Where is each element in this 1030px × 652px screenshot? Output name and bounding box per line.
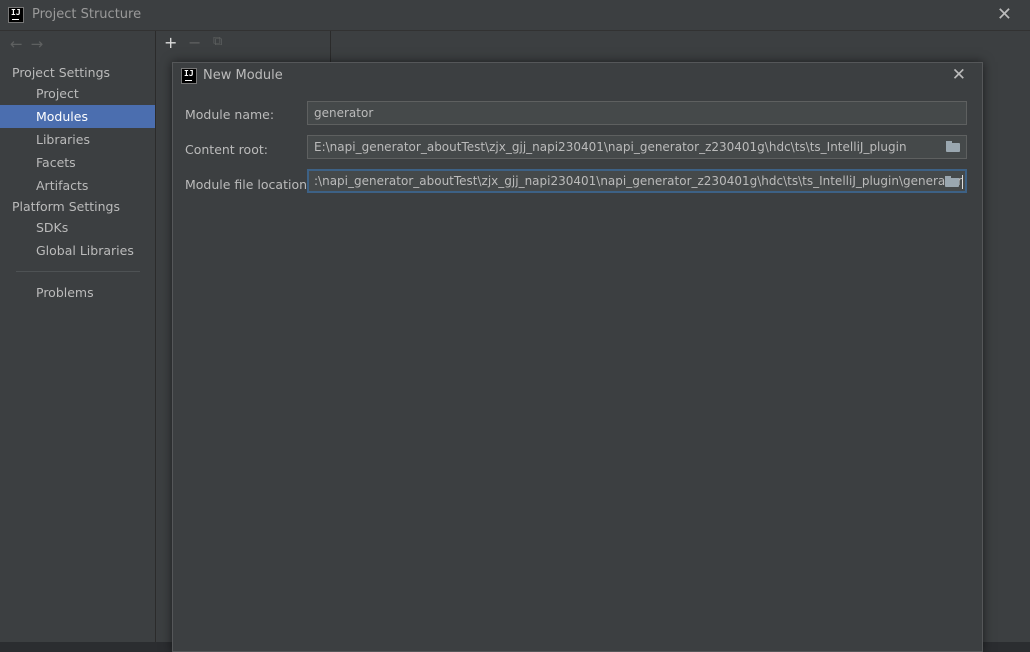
- sidebar-item-libraries[interactable]: Libraries: [0, 128, 155, 151]
- back-arrow-icon[interactable]: ←: [10, 35, 31, 53]
- browse-folder-icon[interactable]: [946, 141, 960, 152]
- content-root-label: Content root:: [185, 142, 268, 157]
- dialog-title: New Module: [203, 68, 283, 83]
- dialog-close-icon[interactable]: ✕: [952, 65, 966, 85]
- sidebar-item-global-libraries[interactable]: Global Libraries: [0, 239, 155, 262]
- new-module-dialog: IJ New Module ✕ Module name: generator C…: [172, 62, 983, 652]
- text-caret: [962, 174, 964, 189]
- add-module-icon[interactable]: +: [164, 33, 177, 52]
- browse-folder-icon[interactable]: [945, 176, 959, 187]
- settings-sidebar: ←→ Project Settings Project Modules Libr…: [0, 31, 156, 642]
- window-close-icon[interactable]: ✕: [997, 4, 1012, 25]
- content-root-field[interactable]: E:\napi_generator_aboutTest\zjx_gjj_napi…: [307, 135, 967, 159]
- module-file-location-value: :\napi_generator_aboutTest\zjx_gjj_napi2…: [314, 174, 963, 188]
- sidebar-item-problems[interactable]: Problems: [0, 281, 155, 304]
- sidebar-item-project[interactable]: Project: [0, 82, 155, 105]
- sidebar-divider: [16, 271, 140, 272]
- intellij-logo-icon: IJ: [181, 68, 197, 84]
- content-root-value: E:\napi_generator_aboutTest\zjx_gjj_napi…: [314, 140, 907, 154]
- sidebar-item-artifacts[interactable]: Artifacts: [0, 174, 155, 197]
- module-name-label: Module name:: [185, 107, 275, 122]
- module-name-value: generator: [314, 106, 374, 120]
- module-name-field[interactable]: generator: [307, 101, 967, 125]
- sidebar-item-modules[interactable]: Modules: [0, 105, 155, 128]
- module-file-location-field[interactable]: :\napi_generator_aboutTest\zjx_gjj_napi2…: [307, 169, 967, 193]
- sidebar-item-facets[interactable]: Facets: [0, 151, 155, 174]
- intellij-logo-icon: IJ: [8, 7, 24, 23]
- forward-arrow-icon[interactable]: →: [31, 35, 52, 53]
- platform-settings-header: Platform Settings: [12, 199, 120, 214]
- sidebar-item-sdks[interactable]: SDKs: [0, 216, 155, 239]
- title-bar: IJ Project Structure ✕: [0, 0, 1030, 31]
- remove-module-icon[interactable]: −: [188, 33, 201, 52]
- nav-arrows: ←→: [10, 35, 51, 53]
- copy-module-icon[interactable]: ⧉: [213, 34, 222, 49]
- window-title: Project Structure: [32, 7, 142, 22]
- project-settings-header: Project Settings: [12, 65, 111, 80]
- module-file-location-label: Module file location:: [185, 177, 312, 192]
